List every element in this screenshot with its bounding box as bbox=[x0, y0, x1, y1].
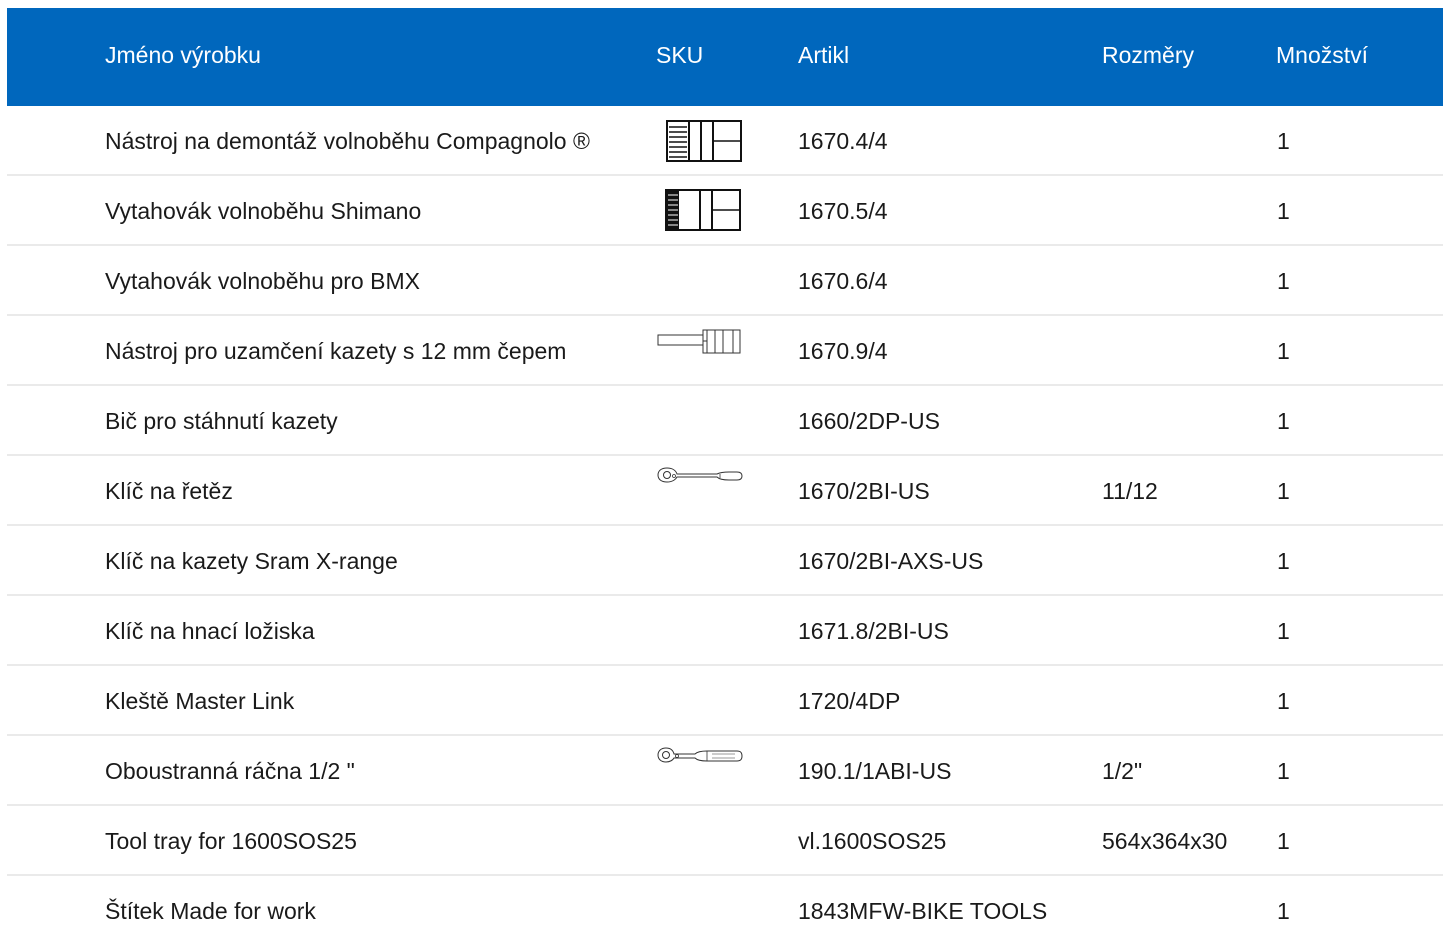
table-header: Jméno výrobku SKU Artikl Rozměry Množstv… bbox=[7, 8, 1443, 106]
article-number: 1670/2BI-US bbox=[798, 478, 930, 504]
table-row: Štítek Made for work 1843MFW-BIKE TOOLS … bbox=[7, 876, 1443, 944]
article-number: 1720/4DP bbox=[798, 688, 901, 714]
product-name: Bič pro stáhnutí kazety bbox=[105, 408, 338, 434]
quantity: 1 bbox=[1277, 758, 1290, 784]
table-row: Klíč na hnací ložiska 1671.8/2BI-US 1 bbox=[7, 596, 1443, 666]
table-row: Nástroj pro uzamčení kazety s 12 mm čepe… bbox=[7, 316, 1443, 386]
article-number: 1843MFW-BIKE TOOLS bbox=[798, 898, 1048, 924]
article-number: vl.1600SOS25 bbox=[798, 828, 947, 854]
cassette-lockring-tool-icon bbox=[656, 316, 746, 384]
dimensions: 564x364x30 bbox=[1102, 828, 1228, 854]
article-number: 1670.9/4 bbox=[798, 338, 888, 364]
table-row: Vytahovák volnoběhu pro BMX 1670.6/4 1 bbox=[7, 246, 1443, 316]
quantity: 1 bbox=[1277, 898, 1290, 924]
product-name: Vytahovák volnoběhu Shimano bbox=[105, 198, 422, 224]
table-row: Kleště Master Link 1720/4DP 1 bbox=[7, 666, 1443, 736]
quantity: 1 bbox=[1277, 478, 1290, 504]
table-row: Oboustranná ráčna 1/2 " 190.1/1ABI-US 1/… bbox=[7, 736, 1443, 806]
article-number: 1670.5/4 bbox=[798, 198, 888, 224]
article-number: 1671.8/2BI-US bbox=[798, 618, 949, 644]
quantity: 1 bbox=[1277, 688, 1290, 714]
header-name: Jméno výrobku bbox=[105, 42, 261, 68]
table-row: Bič pro stáhnutí kazety 1660/2DP-US 1 bbox=[7, 386, 1443, 456]
table-row: Klíč na kazety Sram X-range 1670/2BI-AXS… bbox=[7, 526, 1443, 596]
article-number: 1660/2DP-US bbox=[798, 408, 940, 434]
quantity: 1 bbox=[1277, 198, 1290, 224]
quantity: 1 bbox=[1277, 338, 1290, 364]
quantity: 1 bbox=[1277, 828, 1290, 854]
product-name: Nástroj pro uzamčení kazety s 12 mm čepe… bbox=[105, 338, 567, 364]
product-name: Vytahovák volnoběhu pro BMX bbox=[105, 268, 420, 294]
product-name: Klíč na kazety Sram X-range bbox=[105, 548, 398, 574]
header-dimensions: Rozměry bbox=[1102, 42, 1195, 68]
table-row: Vytahovák volnoběhu Shimano 1670.5/4 1 bbox=[7, 176, 1443, 246]
quantity: 1 bbox=[1277, 128, 1290, 154]
article-number: 190.1/1ABI-US bbox=[798, 758, 952, 784]
product-name: Klíč na řetěz bbox=[105, 478, 233, 504]
quantity: 1 bbox=[1277, 548, 1290, 574]
header-quantity: Množství bbox=[1276, 42, 1369, 68]
ratchet-icon bbox=[656, 736, 746, 804]
product-name: Štítek Made for work bbox=[105, 898, 316, 924]
article-number: 1670.6/4 bbox=[798, 268, 888, 294]
table-row: Klíč na řetěz 1670/2BI-US 11/12 1 bbox=[7, 456, 1443, 526]
product-table: Jméno výrobku SKU Artikl Rozměry Množstv… bbox=[7, 8, 1443, 944]
article-number: 1670.4/4 bbox=[798, 128, 888, 154]
article-number: 1670/2BI-AXS-US bbox=[798, 548, 984, 574]
product-name: Klíč na hnací ložiska bbox=[105, 618, 315, 644]
product-name: Nástroj na demontáž volnoběhu Compagnolo… bbox=[105, 128, 590, 154]
table-row: Nástroj na demontáž volnoběhu Compagnolo… bbox=[7, 106, 1443, 176]
freewheel-tool-icon bbox=[656, 106, 746, 174]
header-article: Artikl bbox=[798, 42, 850, 68]
product-name: Kleště Master Link bbox=[105, 688, 295, 714]
product-name: Tool tray for 1600SOS25 bbox=[105, 828, 357, 854]
dimensions: 11/12 bbox=[1102, 478, 1158, 504]
table-row: Tool tray for 1600SOS25 vl.1600SOS25 564… bbox=[7, 806, 1443, 876]
freewheel-tool-icon bbox=[656, 176, 746, 244]
quantity: 1 bbox=[1277, 618, 1290, 644]
quantity: 1 bbox=[1277, 268, 1290, 294]
header-sku: SKU bbox=[656, 42, 704, 68]
product-name: Oboustranná ráčna 1/2 " bbox=[105, 758, 355, 784]
dimensions: 1/2" bbox=[1102, 758, 1143, 784]
wrench-icon bbox=[656, 456, 746, 524]
quantity: 1 bbox=[1277, 408, 1290, 434]
